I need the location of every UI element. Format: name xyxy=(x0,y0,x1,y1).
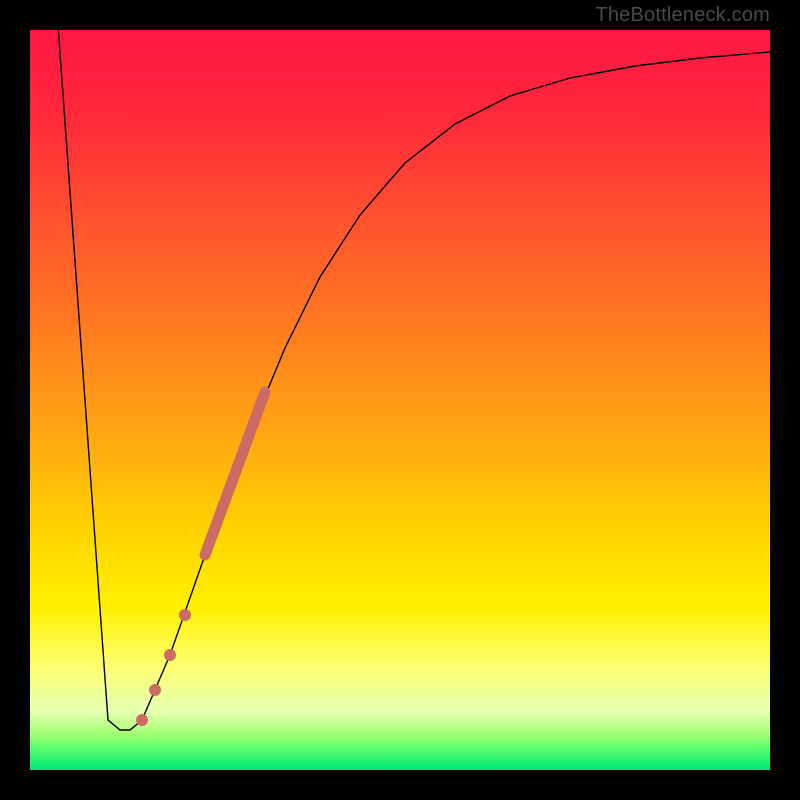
highlight-dots xyxy=(136,609,191,726)
highlight-dot xyxy=(149,684,161,696)
bottleneck-curve xyxy=(58,30,770,730)
chart-svg xyxy=(30,30,770,770)
highlight-dot xyxy=(136,714,148,726)
highlight-dot xyxy=(179,609,191,621)
highlight-segment xyxy=(205,392,265,555)
watermark-text: TheBottleneck.com xyxy=(595,4,770,27)
highlight-dot xyxy=(164,649,176,661)
plot-area xyxy=(30,30,770,770)
chart-frame: TheBottleneck.com xyxy=(0,0,800,800)
